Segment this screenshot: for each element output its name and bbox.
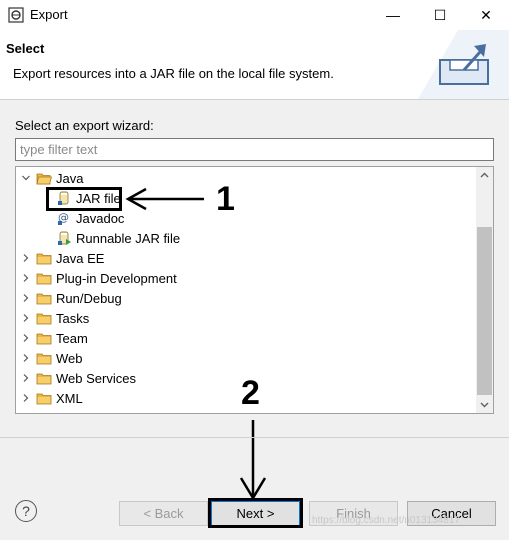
maximize-button[interactable]: ☐ xyxy=(417,0,463,30)
next-highlight-box xyxy=(208,498,303,528)
chevron-right-icon[interactable] xyxy=(20,308,32,328)
tree-item-xml[interactable]: XML xyxy=(20,388,83,408)
page-description: Export resources into a JAR file on the … xyxy=(13,66,334,81)
chevron-down-icon[interactable] xyxy=(20,168,32,188)
tree-item-label: Java EE xyxy=(56,250,105,266)
tree-item-java-ee[interactable]: Java EE xyxy=(20,248,104,268)
tree-item-label: Web Services xyxy=(56,370,136,386)
tree-item-label: Web xyxy=(56,350,83,366)
chevron-right-icon[interactable] xyxy=(20,268,32,288)
tree-item-label: Plug-in Development xyxy=(56,270,177,286)
watermark-text: https://blog.csdn.net/u013134817 xyxy=(312,515,460,526)
chevron-right-icon[interactable] xyxy=(20,388,32,408)
chevron-right-icon[interactable] xyxy=(20,368,32,388)
close-button[interactable]: ✕ xyxy=(463,0,509,30)
folder-icon xyxy=(36,333,52,345)
tree-item-web[interactable]: Web xyxy=(20,348,83,368)
tree-item-label: Java xyxy=(56,170,84,186)
folder-open-icon xyxy=(36,173,52,185)
runnable-jar-icon xyxy=(58,231,71,245)
filter-input[interactable] xyxy=(15,138,494,161)
export-banner-icon xyxy=(418,30,509,99)
tree-item-javadoc[interactable]: @ Javadoc xyxy=(56,208,124,228)
javadoc-icon: @ xyxy=(58,211,69,225)
window-title: Export xyxy=(30,7,68,22)
step-number-1: 1 xyxy=(216,180,235,218)
tree-item-label: Team xyxy=(56,330,88,346)
folder-icon xyxy=(36,293,52,305)
tree-item-team[interactable]: Team xyxy=(20,328,88,348)
tree-item-label: Tasks xyxy=(56,310,90,326)
minimize-button[interactable]: — xyxy=(370,0,416,30)
tree-item-run-debug[interactable]: Run/Debug xyxy=(20,288,122,308)
scrollbar-thumb[interactable] xyxy=(477,227,492,395)
annotation-arrow-left-icon xyxy=(125,187,204,211)
folder-icon xyxy=(36,353,52,365)
scroll-down-arrow-icon[interactable] xyxy=(476,396,493,413)
chevron-right-icon[interactable] xyxy=(20,288,32,308)
wizard-label: Select an export wizard: xyxy=(15,118,154,133)
eclipse-app-icon xyxy=(8,7,24,23)
tree-item-label: Runnable JAR file xyxy=(76,230,181,246)
scroll-up-arrow-icon[interactable] xyxy=(476,167,493,184)
folder-icon xyxy=(36,373,52,385)
folder-icon xyxy=(36,273,52,285)
page-title: Select xyxy=(6,41,45,56)
chevron-right-icon[interactable] xyxy=(20,248,32,268)
footer-separator xyxy=(0,437,509,438)
tree-item-label: Javadoc xyxy=(76,210,125,226)
wizard-banner: Select Export resources into a JAR file … xyxy=(0,30,509,100)
back-button[interactable]: < Back xyxy=(119,501,208,526)
title-bar: Export — ☐ ✕ xyxy=(0,0,509,30)
jar-file-highlight-box xyxy=(46,187,122,211)
vertical-scrollbar[interactable] xyxy=(476,167,493,413)
folder-icon xyxy=(36,253,52,265)
annotation-arrow-down-icon xyxy=(239,420,267,501)
tree-item-tasks[interactable]: Tasks xyxy=(20,308,89,328)
tree-item-web-services[interactable]: Web Services xyxy=(20,368,136,388)
export-dialog: Export — ☐ ✕ Select Export resources int… xyxy=(0,0,509,540)
chevron-right-icon[interactable] xyxy=(20,348,32,368)
folder-icon xyxy=(36,393,52,405)
tree-item-label: XML xyxy=(56,390,83,406)
help-button[interactable]: ? xyxy=(15,500,37,522)
chevron-right-icon[interactable] xyxy=(20,328,32,348)
tree-item-java[interactable]: Java xyxy=(20,168,83,188)
tree-item-runnable-jar[interactable]: Runnable JAR file xyxy=(56,228,180,248)
tree-item-label: Run/Debug xyxy=(56,290,122,306)
tree-item-plugin-development[interactable]: Plug-in Development xyxy=(20,268,177,288)
step-number-2: 2 xyxy=(241,374,260,412)
folder-icon xyxy=(36,313,52,325)
